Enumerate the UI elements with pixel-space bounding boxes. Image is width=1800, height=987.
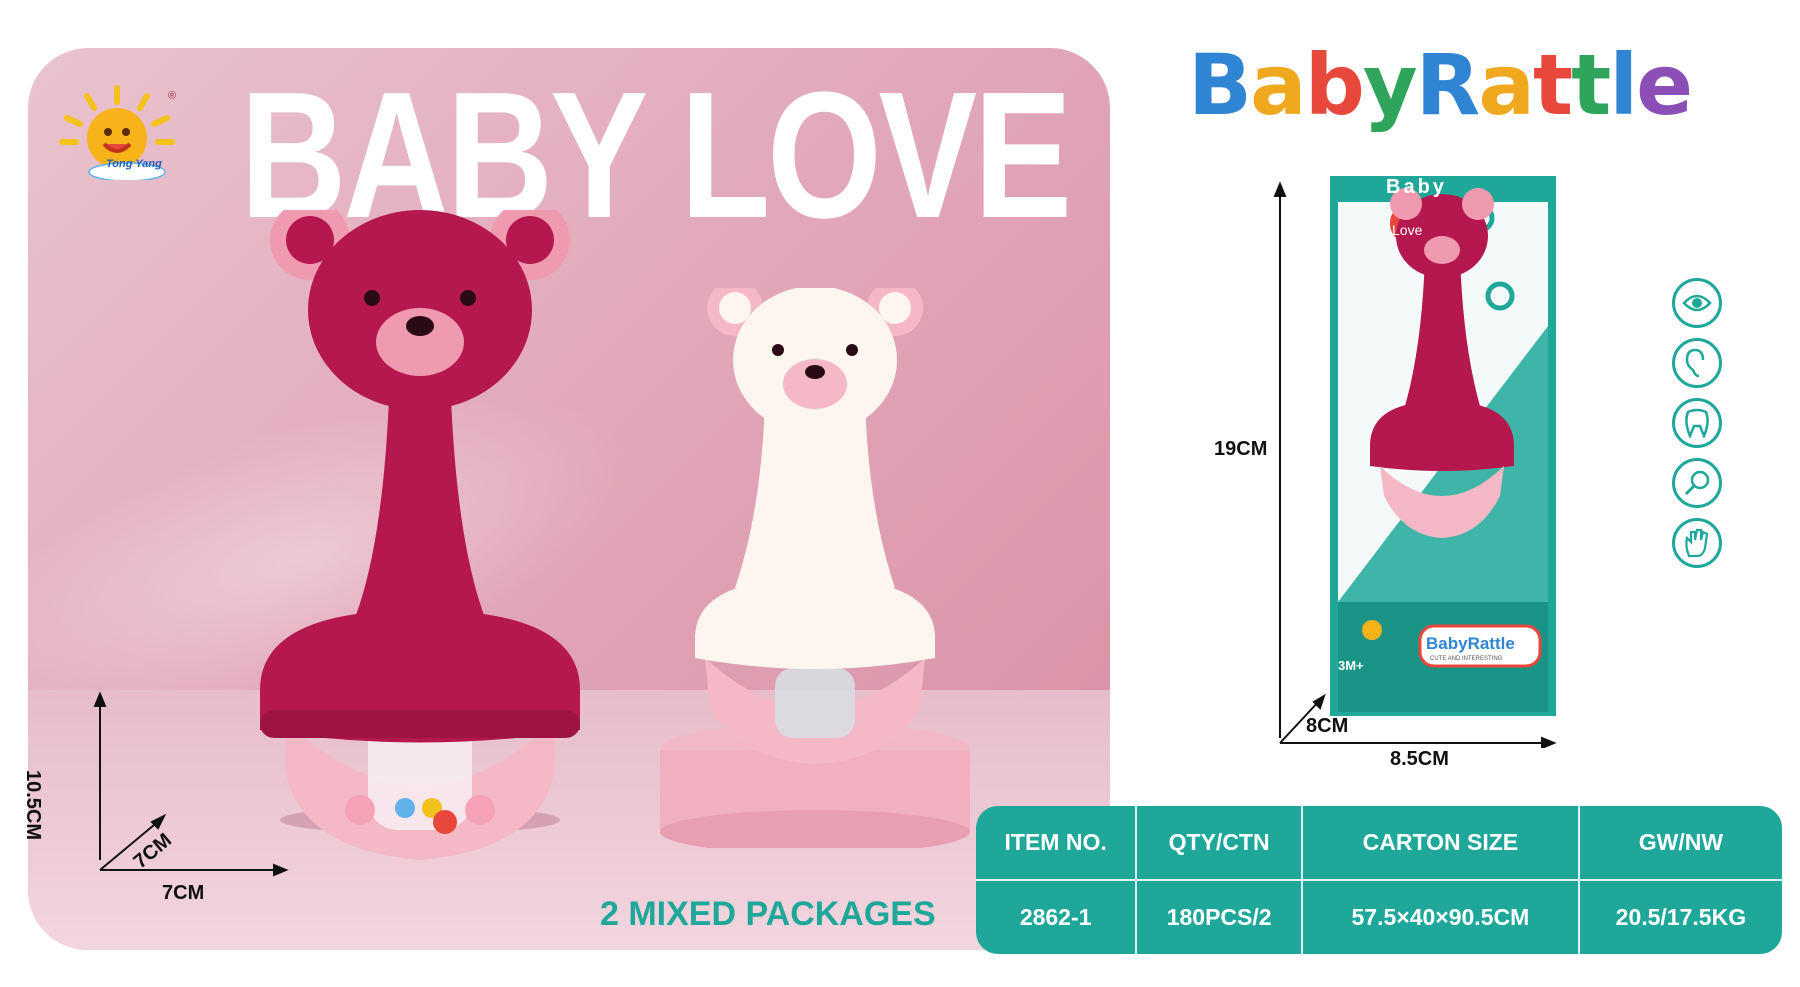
cream-rattle	[660, 288, 970, 848]
product-dimension-arrows	[93, 691, 289, 877]
brand-letter: e	[1636, 36, 1693, 134]
brand-letter: b	[1304, 36, 1365, 134]
ear-icon	[1672, 338, 1722, 388]
product-width-label: 7CM	[162, 882, 205, 904]
rattle-icon	[1672, 458, 1722, 508]
spec-table: ITEM NO. QTY/CTN CARTON SIZE GW/NW 2862-…	[976, 806, 1782, 954]
brand-letter: y	[1362, 36, 1418, 134]
spec-header-qty: QTY/CTN	[1135, 806, 1304, 881]
logo-brand-text: Tong Yang	[106, 158, 162, 170]
spec-value-item-no: 2862-1	[976, 879, 1138, 954]
hand-icon	[1672, 518, 1722, 568]
box-height-label: 19CM	[1214, 438, 1268, 460]
brand-letter: R	[1415, 36, 1481, 134]
spec-value-row: 2862-1 180PCS/2 57.5×40×90.5CM 20.5/17.5…	[976, 879, 1782, 954]
tooth-icon	[1672, 398, 1722, 448]
spec-header-carton-size: CARTON SIZE	[1301, 806, 1580, 881]
product-height-label: 10.5CM	[22, 770, 44, 841]
brand-letter: B	[1188, 36, 1252, 134]
mixed-packages-caption: 2 MIXED PACKAGES	[600, 895, 936, 933]
brand-letter: a	[1250, 36, 1307, 134]
box-dimension-arrows	[1273, 181, 1557, 748]
brand-letter: a	[1478, 36, 1535, 134]
box-depth-label: 8CM	[1306, 715, 1349, 737]
brand-title: BabyRattle	[1188, 36, 1693, 134]
spec-header-weight: GW/NW	[1577, 806, 1782, 881]
brand-letter: t	[1571, 36, 1611, 134]
spec-value-carton-size: 57.5×40×90.5CM	[1301, 879, 1580, 954]
spec-header-row: ITEM NO. QTY/CTN CARTON SIZE GW/NW	[976, 806, 1782, 881]
brand-letter: l	[1609, 36, 1638, 134]
registered-mark: ®	[168, 90, 177, 102]
brand-letter: t	[1533, 36, 1573, 134]
spec-value-weight: 20.5/17.5KG	[1577, 879, 1782, 954]
box-width-label: 8.5CM	[1390, 748, 1449, 770]
spec-header-item-no: ITEM NO.	[976, 806, 1138, 881]
spec-value-qty: 180PCS/2	[1135, 879, 1304, 954]
feature-icons	[1672, 278, 1732, 578]
eye-icon	[1672, 278, 1722, 328]
